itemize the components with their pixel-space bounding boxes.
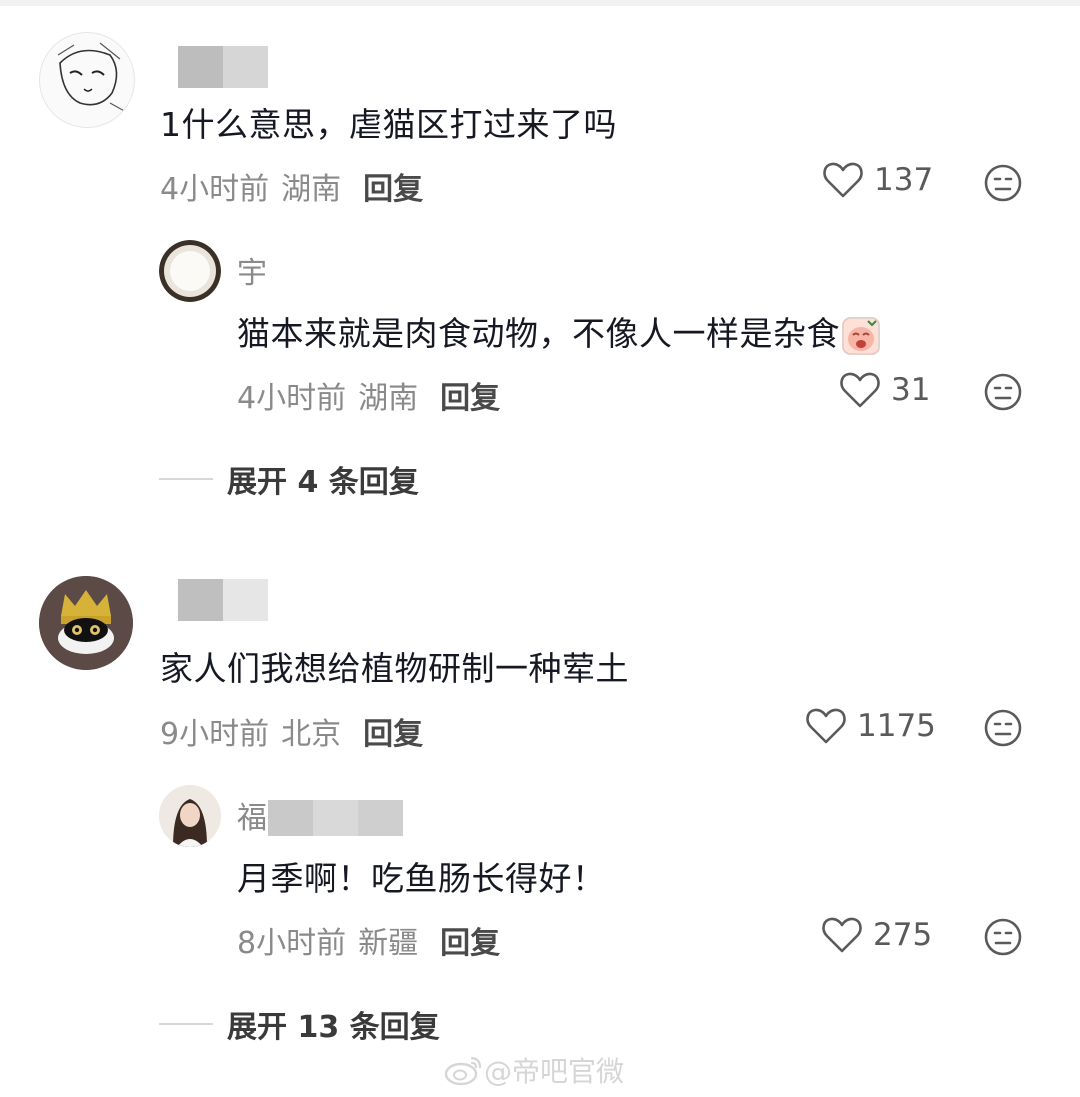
comment-location: 湖南 xyxy=(281,172,342,207)
expand-replies-button[interactable]: 展开 4 条回复 xyxy=(159,457,419,501)
like-count: 137 xyxy=(874,162,934,198)
reply-button[interactable]: 回复 xyxy=(440,918,500,962)
comment-text: 家人们我想给植物研制一种荤土 xyxy=(160,649,629,688)
username-blurred xyxy=(268,800,403,836)
like-button[interactable]: 31 xyxy=(839,370,930,410)
reply-text-content: 猫本来就是肉食动物，不像人一样是杂食 xyxy=(237,314,840,353)
like-count: 31 xyxy=(891,372,931,408)
reply-location: 湖南 xyxy=(358,381,419,416)
comment-time: 9小时前 xyxy=(160,717,270,752)
crowned-creature-avatar-icon xyxy=(39,576,133,670)
top-divider xyxy=(0,0,1080,6)
reply-meta: 4小时前 湖南 回复 xyxy=(237,373,500,417)
reply-button[interactable]: 回复 xyxy=(440,373,500,417)
like-button[interactable]: 137 xyxy=(822,160,933,200)
weibo-watermark: @帝吧官微 xyxy=(444,1050,624,1090)
comment-time: 4小时前 xyxy=(160,172,270,207)
heart-outline-icon xyxy=(840,372,880,408)
reply-button[interactable]: 回复 xyxy=(363,709,423,753)
reply-username[interactable]: 宇 xyxy=(237,248,267,292)
reply-avatar[interactable] xyxy=(159,785,221,847)
comment-meta: 4小时前 湖南 回复 xyxy=(160,164,423,208)
reply-button[interactable]: 回复 xyxy=(363,164,423,208)
reply-time: 8小时前 xyxy=(237,926,347,961)
like-count: 1175 xyxy=(857,708,936,744)
neutral-face-icon[interactable] xyxy=(983,917,1023,957)
reply-location: 新疆 xyxy=(358,926,419,961)
reply-meta: 8小时前 新疆 回复 xyxy=(237,918,500,962)
comment-text: 1什么意思，虐猫区打过来了吗 xyxy=(160,105,617,144)
expand-replies-button[interactable]: 展开 13 条回复 xyxy=(159,1002,440,1046)
like-count: 275 xyxy=(873,917,933,953)
portrait-avatar-icon xyxy=(159,785,221,847)
like-button[interactable]: 1175 xyxy=(805,706,936,746)
neutral-face-icon[interactable] xyxy=(983,163,1023,203)
crying-face-emoji xyxy=(842,316,880,355)
comment-avatar[interactable] xyxy=(39,576,133,670)
heart-outline-icon xyxy=(823,162,863,198)
heart-outline-icon xyxy=(822,917,862,953)
watermark-text: @帝吧官微 xyxy=(484,1055,625,1088)
heart-outline-icon xyxy=(806,708,846,744)
neutral-face-icon[interactable] xyxy=(983,708,1023,748)
expand-replies-label: 展开 13 条回复 xyxy=(227,1010,440,1045)
reply-text: 月季啊！吃鱼肠长得好！ xyxy=(237,859,606,898)
weibo-logo-icon xyxy=(444,1056,482,1086)
expand-divider xyxy=(159,478,213,480)
reply-time: 4小时前 xyxy=(237,381,347,416)
expand-replies-label: 展开 4 条回复 xyxy=(227,465,419,500)
username-blurred[interactable] xyxy=(178,579,268,621)
reply-text: 猫本来就是肉食动物，不像人一样是杂食 xyxy=(237,307,880,355)
comment-meta: 9小时前 北京 回复 xyxy=(160,709,423,753)
anime-sketch-avatar-icon xyxy=(40,33,134,127)
coconut-avatar-icon xyxy=(159,240,221,302)
like-button[interactable]: 275 xyxy=(821,915,932,955)
neutral-face-icon[interactable] xyxy=(983,372,1023,412)
username-blurred[interactable] xyxy=(178,46,268,88)
reply-username[interactable]: 福 xyxy=(237,793,267,837)
expand-divider xyxy=(159,1023,213,1025)
reply-avatar[interactable] xyxy=(159,240,221,302)
comment-location: 北京 xyxy=(281,717,342,752)
comment-avatar[interactable] xyxy=(39,32,135,128)
